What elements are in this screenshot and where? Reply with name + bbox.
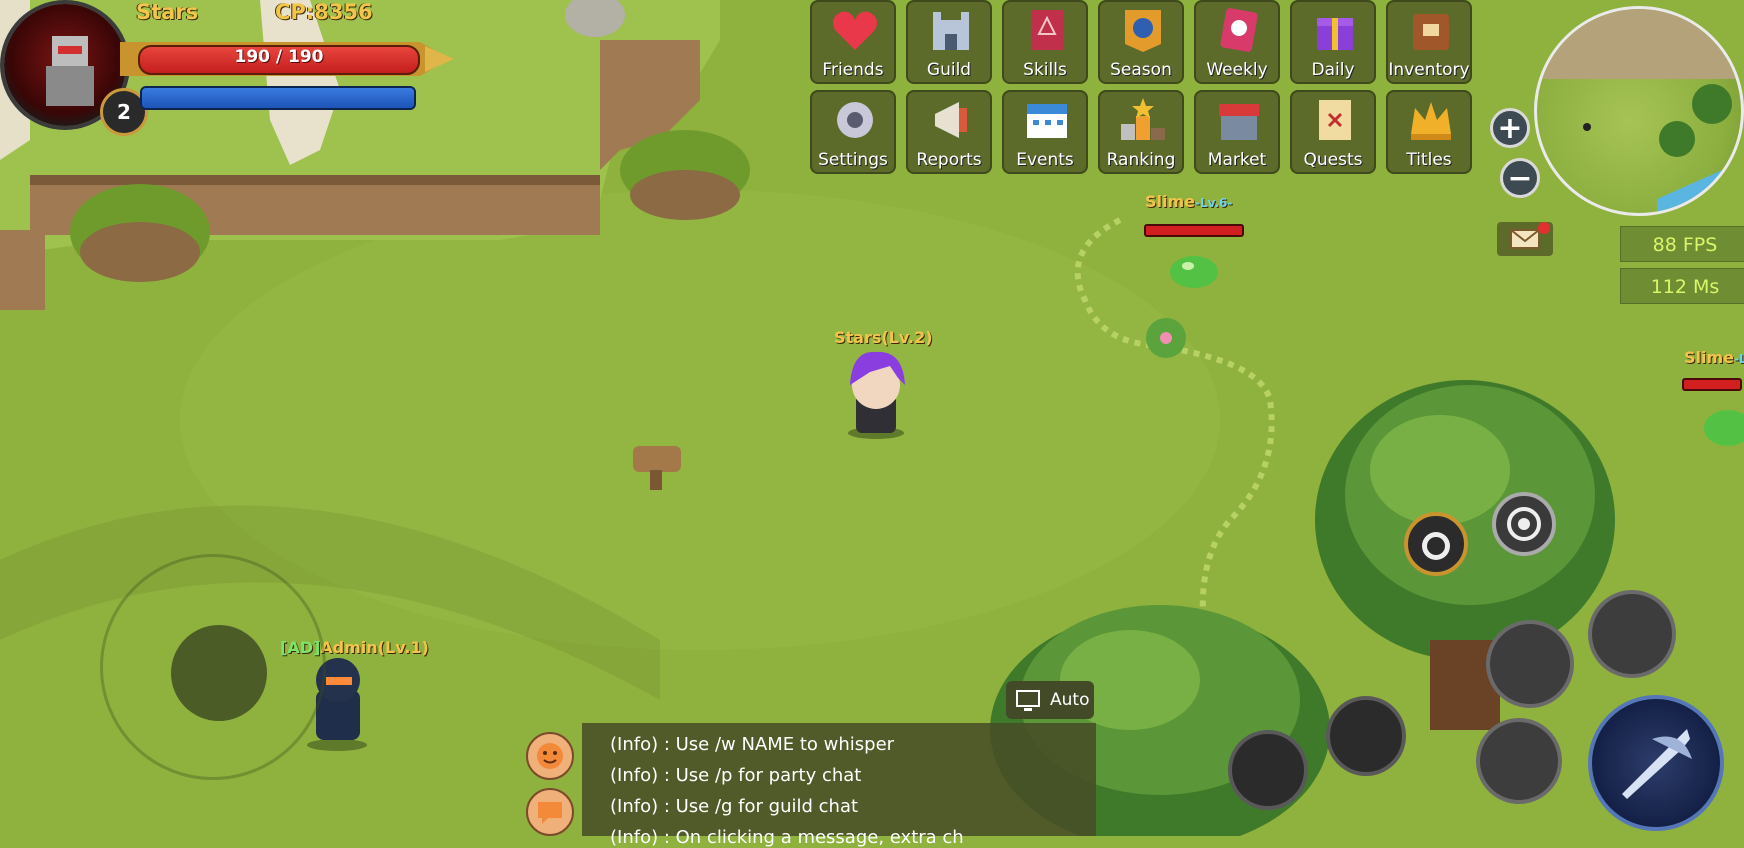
menu-button-label: Reports: [916, 150, 982, 170]
menu-button-reports[interactable]: Reports: [906, 90, 992, 174]
chat-line: (Info) : Use /p for party chat: [610, 765, 862, 786]
emoji-button[interactable]: [526, 732, 574, 780]
skill-slot-empty[interactable]: [1326, 696, 1406, 776]
enemy-hp-bar: [1144, 224, 1244, 237]
minimap[interactable]: [1534, 6, 1744, 216]
megaphone-icon: [935, 102, 967, 138]
menu-button-season[interactable]: Season: [1098, 0, 1184, 84]
chat-button[interactable]: [526, 788, 574, 836]
menu-button-settings[interactable]: Settings: [810, 90, 896, 174]
enemy-nametag: Slime-Lv.6-: [1145, 192, 1232, 211]
shop-icon: [1219, 104, 1259, 140]
gift-box-icon: [1317, 18, 1353, 50]
menu-button-inventory[interactable]: Inventory: [1386, 0, 1472, 84]
mp-bar: [140, 86, 416, 110]
attack-button[interactable]: [1588, 695, 1724, 831]
menu-button-label: Weekly: [1206, 60, 1268, 80]
podium-icon: [1121, 98, 1165, 140]
season-banner-icon: [1125, 10, 1161, 52]
menu-button-label: Quests: [1303, 150, 1363, 170]
enemy-level: -Lv.6-: [1195, 196, 1233, 210]
mail-notification-dot: [1538, 222, 1550, 234]
calendar-icon: [1027, 104, 1067, 138]
chat-line: (Info) : Use /g for guild chat: [610, 796, 859, 817]
zoom-out-button[interactable]: −: [1500, 158, 1540, 198]
gear-icon: [837, 102, 873, 138]
menu-button-label: Titles: [1406, 150, 1452, 170]
enemy-name: Slime: [1145, 192, 1196, 211]
menu-button-events[interactable]: Events: [1002, 90, 1088, 174]
menu-button-label: Skills: [1023, 60, 1067, 80]
skill-bomb-button[interactable]: [1404, 512, 1468, 576]
chat-line: (Info) : On clicking a message, extra ch: [610, 827, 964, 848]
mp-fill: [142, 88, 414, 108]
sword-attack-icon: [1622, 729, 1692, 799]
npc-name: Admin(Lv.1): [320, 638, 429, 657]
menu-button-label: Market: [1207, 150, 1267, 170]
backpack-icon: [1413, 14, 1449, 50]
menu-button-label: Events: [1016, 150, 1074, 170]
menu-button-guild[interactable]: Guild: [906, 0, 992, 84]
knight-portrait-icon: [46, 36, 94, 106]
menu-button-label: Season: [1110, 60, 1172, 80]
enemy-name: Slime: [1684, 348, 1735, 367]
menu-button-label: Settings: [818, 150, 888, 170]
zoom-in-button[interactable]: +: [1490, 108, 1530, 148]
menu-button-label: Inventory: [1388, 60, 1470, 80]
combat-power: CP:8356: [275, 0, 373, 24]
ping-counter: 112 Ms: [1620, 268, 1744, 304]
enemy-nametag: Slime-Lv: [1684, 348, 1744, 367]
slime-enemy[interactable]: [1702, 408, 1744, 448]
hp-text: 190 / 190: [234, 47, 324, 67]
heart-icon: [833, 11, 877, 51]
menu-button-quests[interactable]: Quests: [1290, 90, 1376, 174]
auto-battle-button[interactable]: Auto: [1006, 681, 1094, 719]
skill-slot-empty[interactable]: [1486, 620, 1574, 708]
menu-button-market[interactable]: Market: [1194, 90, 1280, 174]
skillbook-icon: [1031, 10, 1063, 50]
menu-button-label: Daily: [1311, 60, 1355, 80]
player-character[interactable]: [848, 350, 904, 436]
player-name: Stars: [136, 0, 199, 24]
skill-slot-empty[interactable]: [1476, 718, 1562, 804]
menu-button-label: Friends: [822, 60, 884, 80]
slime-enemy[interactable]: [1170, 254, 1220, 290]
speech-bubble-icon: [538, 802, 562, 824]
map-scroll-icon: [1319, 100, 1351, 140]
bomb-icon: [1422, 532, 1450, 560]
menu-button-weekly[interactable]: Weekly: [1194, 0, 1280, 84]
target-lock-button[interactable]: [1492, 492, 1556, 556]
auto-label: Auto: [1050, 690, 1090, 710]
menu-button-daily[interactable]: Daily: [1290, 0, 1376, 84]
minimap-terrain-icon: [1537, 9, 1741, 213]
crown-icon: [1411, 102, 1451, 140]
menu-button-ranking[interactable]: Ranking: [1098, 90, 1184, 174]
target-icon: [1507, 507, 1541, 541]
enemy-level: -Lv: [1734, 352, 1744, 366]
chat-line: (Info) : Use /w NAME to whisper: [610, 734, 895, 755]
player-world-nametag: Stars(Lv.2): [834, 328, 933, 347]
enemy-hp-bar: [1682, 378, 1742, 391]
menu-button-titles[interactable]: Titles: [1386, 90, 1472, 174]
castle-icon: [933, 12, 969, 50]
skill-slot-empty[interactable]: [1228, 730, 1308, 810]
fps-counter: 88 FPS: [1620, 226, 1744, 262]
joystick-knob[interactable]: [171, 625, 267, 721]
menu-button-label: Guild: [926, 60, 972, 80]
menu-button-skills[interactable]: Skills: [1002, 0, 1088, 84]
menu-button-label: Ranking: [1106, 150, 1176, 170]
menu-button-friends[interactable]: Friends: [810, 0, 896, 84]
smiley-icon: [537, 743, 563, 769]
skill-slot-empty[interactable]: [1588, 590, 1676, 678]
chat-panel[interactable]: (Info) : Use /w NAME to whisper (Info) :…: [582, 723, 1096, 848]
weekly-card-icon: [1220, 8, 1258, 52]
